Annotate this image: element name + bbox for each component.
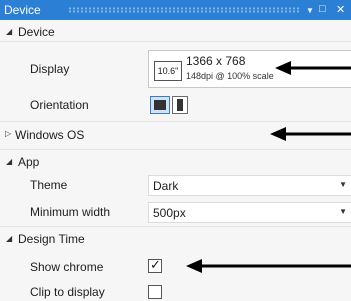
- category-design-time-label: Design Time: [18, 232, 85, 246]
- divider: [0, 226, 351, 227]
- dropdown-caret-icon: ▼: [339, 207, 347, 216]
- min-width-select[interactable]: 500px ▼: [148, 202, 351, 223]
- display-resolution: 1366 x 768: [186, 54, 246, 68]
- category-app-label: App: [18, 155, 40, 169]
- category-device[interactable]: ◢ Device: [0, 23, 351, 41]
- dropdown-caret-icon: ▼: [339, 180, 347, 189]
- category-device-label: Device: [18, 25, 55, 39]
- category-design-time[interactable]: ◢ Design Time: [0, 230, 351, 248]
- window-title: Device: [4, 3, 41, 17]
- checkmark-icon: ✓: [150, 257, 161, 272]
- theme-value: Dark: [153, 179, 179, 193]
- title-bar: Device ▼ □ ✕: [0, 0, 351, 20]
- orientation-label: Orientation: [30, 98, 89, 112]
- theme-select[interactable]: Dark ▼: [148, 175, 351, 196]
- clip-to-display-checkbox[interactable]: [148, 285, 162, 299]
- category-app[interactable]: ◢ App: [0, 153, 351, 171]
- show-chrome-label: Show chrome: [30, 260, 104, 274]
- divider: [0, 149, 351, 150]
- portrait-icon[interactable]: [172, 96, 188, 114]
- theme-label: Theme: [30, 178, 68, 192]
- landscape-icon[interactable]: [150, 96, 170, 114]
- collapse-triangle-icon[interactable]: ◢: [6, 27, 12, 36]
- collapse-triangle-icon[interactable]: ◢: [6, 157, 12, 166]
- restore-button[interactable]: □: [319, 3, 326, 15]
- annotation-arrow: [275, 61, 351, 75]
- annotation-arrow: [270, 127, 351, 141]
- display-detail: 148dpi @ 100% scale: [186, 71, 274, 81]
- show-chrome-checkbox[interactable]: ✓: [148, 257, 162, 273]
- clip-to-display-label: Clip to display: [30, 285, 105, 299]
- min-width-label: Minimum width: [30, 205, 111, 219]
- divider: [0, 121, 351, 122]
- window-menu-button[interactable]: ▼: [306, 6, 314, 15]
- category-windows-os-label: Windows OS: [15, 128, 85, 142]
- close-button[interactable]: ✕: [336, 3, 345, 16]
- annotation-arrow: [186, 259, 351, 273]
- expand-triangle-icon[interactable]: ▷: [5, 129, 11, 138]
- title-grip: [68, 7, 299, 13]
- display-label: Display: [30, 62, 70, 76]
- display-size-icon: 10.6": [154, 61, 182, 81]
- min-width-value: 500px: [153, 206, 186, 220]
- collapse-triangle-icon[interactable]: ◢: [6, 234, 12, 243]
- divider: [0, 41, 351, 42]
